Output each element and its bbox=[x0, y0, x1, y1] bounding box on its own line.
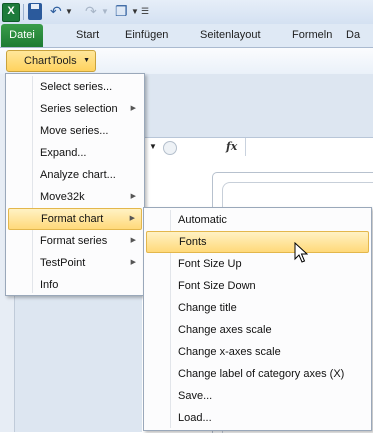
redo-icon: ↷ bbox=[85, 3, 97, 19]
format-chart-submenu-item[interactable]: Change x-axes scale bbox=[146, 341, 369, 363]
charttools-menu-item[interactable]: Move32k ▶ bbox=[8, 186, 142, 208]
charttools-menu-item[interactable]: Select series... bbox=[8, 76, 142, 98]
charttools-menu-item-label: Series selection bbox=[40, 103, 118, 115]
tab-file[interactable]: Datei bbox=[1, 24, 43, 47]
charttools-menu-item[interactable]: Move series... bbox=[8, 120, 142, 142]
charttools-menu-item-label: Move series... bbox=[40, 125, 109, 137]
mouse-cursor-icon bbox=[294, 242, 308, 263]
redo-dropdown-icon: ▼ bbox=[101, 7, 109, 16]
formula-bar-divider bbox=[245, 138, 246, 156]
format-chart-submenu-item[interactable]: Save... bbox=[146, 385, 369, 407]
charttools-menu-item[interactable]: Info bbox=[8, 274, 142, 296]
toolbar-separator bbox=[23, 4, 24, 20]
charttools-menu-item-label: Analyze chart... bbox=[40, 169, 116, 181]
quick-access-toolbar: X ↶ ▼ ↷ ▼ ❐ ▼ ☰ bbox=[0, 0, 373, 24]
chevron-right-icon: ▶ bbox=[130, 259, 136, 266]
format-chart-submenu-item[interactable]: Font Size Up bbox=[146, 253, 369, 275]
format-chart-submenu-item-label: Change x-axes scale bbox=[178, 346, 281, 358]
format-chart-submenu-item[interactable]: Fonts bbox=[146, 231, 369, 253]
excel-icon[interactable]: X bbox=[2, 3, 20, 22]
charttools-menu-item-label: Move32k bbox=[40, 191, 85, 203]
format-chart-submenu-item[interactable]: Font Size Down bbox=[146, 275, 369, 297]
format-chart-submenu-item-label: Font Size Up bbox=[178, 258, 242, 270]
chevron-right-icon: ▶ bbox=[130, 193, 136, 200]
undo-dropdown-icon[interactable]: ▼ bbox=[65, 3, 73, 20]
charttools-menu-item[interactable]: Expand... bbox=[8, 142, 142, 164]
window-icon[interactable]: ❐ bbox=[115, 3, 131, 20]
charttools-menu-item-label: Select series... bbox=[40, 81, 113, 93]
charttools-menu-item-label: Info bbox=[40, 279, 59, 291]
format-chart-submenu-item[interactable]: Change title bbox=[146, 297, 369, 319]
format-chart-submenu-item-label: Change title bbox=[178, 302, 237, 314]
customize-qat-icon[interactable]: ☰ bbox=[141, 3, 151, 20]
chevron-right-icon: ▶ bbox=[130, 237, 136, 244]
charttools-menu-item[interactable]: TestPoint ▶ bbox=[8, 252, 142, 274]
formula-bar-resize-handle[interactable] bbox=[163, 141, 177, 155]
format-chart-submenu: Automatic Fonts Font Size Up Font Size Down… bbox=[143, 207, 372, 431]
charttools-button[interactable]: ChartTools ▼ bbox=[6, 50, 96, 72]
tab-insert[interactable]: Einfügen bbox=[125, 24, 168, 47]
chevron-right-icon: ▶ bbox=[129, 215, 135, 222]
undo-icon[interactable]: ↶ bbox=[50, 3, 64, 20]
chevron-right-icon: ▶ bbox=[130, 105, 136, 112]
charttools-menu-item[interactable]: Analyze chart... bbox=[8, 164, 142, 186]
format-chart-submenu-item-label: Save... bbox=[178, 390, 213, 402]
charttools-label: ChartTools bbox=[24, 55, 77, 67]
tab-formulas[interactable]: Formeln bbox=[292, 24, 332, 47]
tab-page-layout[interactable]: Seitenlayout bbox=[200, 24, 261, 47]
ribbon-body: ChartTools ▼ bbox=[0, 48, 373, 74]
format-chart-submenu-item[interactable]: Automatic bbox=[146, 209, 369, 231]
save-icon[interactable] bbox=[28, 3, 42, 20]
name-box-dropdown-icon[interactable]: ▼ bbox=[146, 138, 160, 156]
ribbon-tabs: Datei Start Einfügen Seitenlayout Formel… bbox=[0, 24, 373, 48]
format-chart-submenu-item[interactable]: Change label of category axes (X) bbox=[146, 363, 369, 385]
chevron-down-icon: ▼ bbox=[83, 57, 90, 64]
charttools-menu-item-label: Expand... bbox=[40, 147, 87, 159]
window-dropdown-icon[interactable]: ▼ bbox=[131, 3, 139, 20]
charttools-menu-item-label: TestPoint bbox=[40, 257, 86, 269]
charttools-menu-item-label: Format series bbox=[40, 235, 108, 247]
charttools-menu: Select series... Series selection ▶ Move se… bbox=[5, 73, 145, 296]
format-chart-submenu-item[interactable]: Change axes scale bbox=[146, 319, 369, 341]
charttools-menu-item-label: Format chart bbox=[41, 213, 104, 225]
format-chart-submenu-item-label: Fonts bbox=[179, 236, 207, 248]
format-chart-submenu-item-label: Change axes scale bbox=[178, 324, 272, 336]
format-chart-submenu-item[interactable]: Load... bbox=[146, 407, 369, 429]
charttools-menu-item[interactable]: Series selection ▶ bbox=[8, 98, 142, 120]
charttools-menu-item[interactable]: Format chart ▶ bbox=[8, 208, 142, 230]
tab-data[interactable]: Da bbox=[346, 24, 360, 47]
format-chart-submenu-item-label: Automatic bbox=[178, 214, 227, 226]
insert-function-icon[interactable]: fx bbox=[226, 138, 237, 156]
format-chart-submenu-item-label: Font Size Down bbox=[178, 280, 256, 292]
format-chart-submenu-item-label: Load... bbox=[178, 412, 212, 424]
tab-start[interactable]: Start bbox=[76, 24, 99, 47]
charttools-menu-item[interactable]: Format series ▶ bbox=[8, 230, 142, 252]
format-chart-submenu-item-label: Change label of category axes (X) bbox=[178, 368, 345, 380]
